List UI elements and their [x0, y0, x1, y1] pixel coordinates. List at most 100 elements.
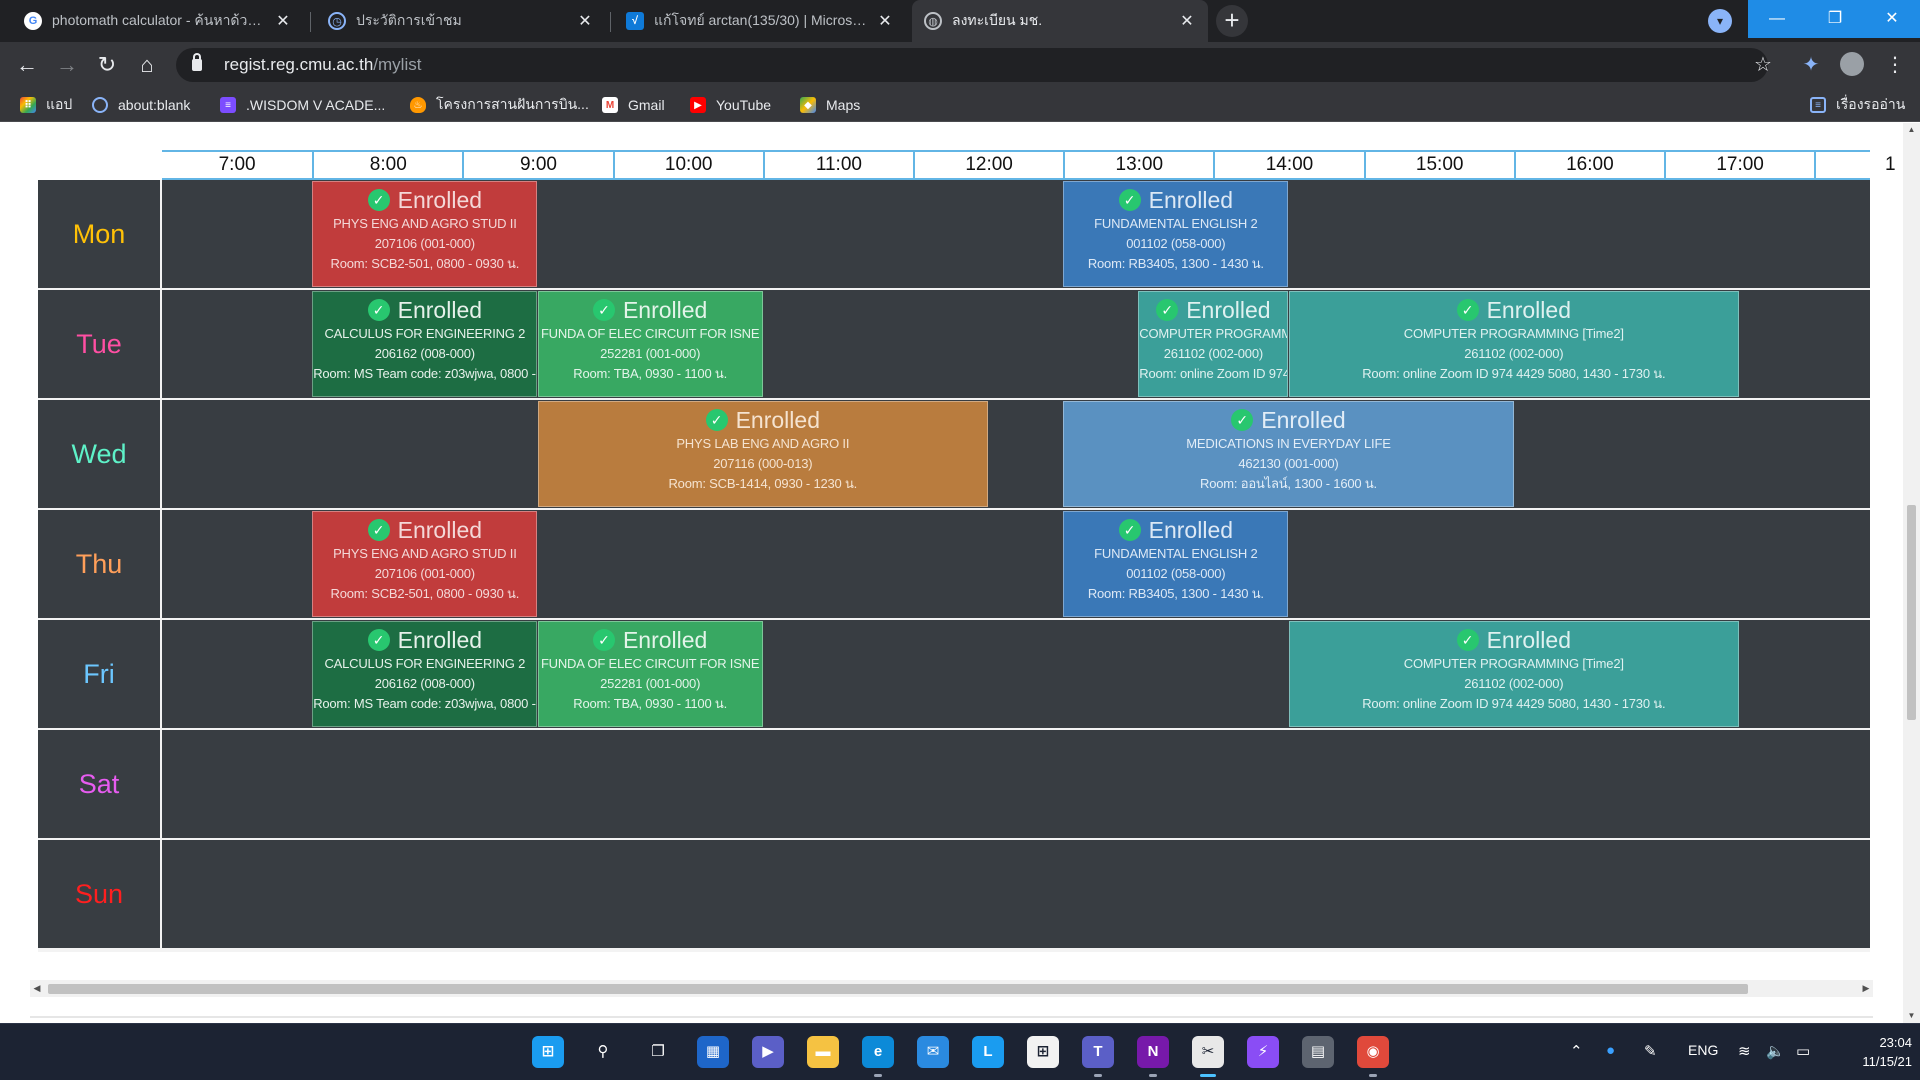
teams-icon[interactable]: T [1082, 1036, 1114, 1068]
scrollbar-thumb[interactable] [1907, 505, 1916, 720]
close-icon[interactable]: ✕ [876, 11, 894, 31]
course-title: COMPUTER PROGRAMMING [1139, 326, 1287, 341]
course-block[interactable]: ✓ Enrolled MEDICATIONS IN EVERYDAY LIFE 462… [1063, 401, 1514, 507]
day-row-thu: Thu ✓ Enrolled PHYS ENG AND AGRO STUD II 207… [38, 510, 1870, 618]
day-label: Tue [38, 290, 160, 398]
start-icon[interactable]: ⊞ [532, 1036, 564, 1068]
extensions-icon[interactable]: ✦ [1798, 52, 1824, 78]
pen-icon[interactable]: ✎ [1644, 1042, 1657, 1060]
file-explorer-icon[interactable]: ▬ [807, 1036, 839, 1068]
close-window-button[interactable]: ✕ [1864, 0, 1920, 38]
scroll-right-icon[interactable]: ▶ [1859, 980, 1873, 997]
bookmark-gmail[interactable]: M Gmail [602, 88, 665, 122]
course-room: Room: SCB2-501, 0800 - 0930 น. [330, 586, 520, 601]
tab-search-icon[interactable]: ▾ [1708, 9, 1732, 33]
battery-icon[interactable]: ▭ [1796, 1042, 1810, 1060]
onenote-icon[interactable]: N [1137, 1036, 1169, 1068]
course-block[interactable]: ✓ Enrolled PHYS ENG AND AGRO STUD II 207106… [312, 181, 538, 287]
day-label: Wed [38, 400, 160, 508]
microphone-icon[interactable]: ● [1606, 1042, 1615, 1059]
course-room: Room: TBA, 0930 - 1100 น. [573, 366, 727, 381]
day-track [162, 730, 1870, 838]
reload-button[interactable]: ↻ [92, 50, 122, 80]
system-clock[interactable]: 23:04 11/15/21 [1842, 1033, 1912, 1071]
snipping-tool-icon[interactable]: ✂ [1192, 1036, 1224, 1068]
page-viewport: 7:00 8:00 9:00 10:00 11:00 12:00 13:00 14:00 15:… [0, 123, 1903, 1023]
scroll-left-icon[interactable]: ◀ [30, 980, 44, 997]
running-indicator [1200, 1074, 1216, 1077]
course-block[interactable]: ✓ Enrolled CALCULUS FOR ENGINEERING 2 20616… [312, 621, 538, 727]
tab-photomath[interactable]: G photomath calculator - ค้นหาด้วย Googl… [12, 0, 304, 42]
enrollment-status: ✓ Enrolled [539, 406, 988, 434]
course-room: Room: RB3405, 1300 - 1430 น. [1087, 256, 1264, 271]
bookmark-apps[interactable]: ⠿ แอป [20, 88, 72, 122]
tab-math-solver[interactable]: √ แก้โจทย์ arctan(135/30) | Microsoft Ma… [614, 0, 906, 42]
address-bar[interactable]: regist.reg.cmu.ac.th /mylist [176, 48, 1768, 82]
bookmark-maps[interactable]: ◆ Maps [800, 88, 860, 122]
scroll-down-icon[interactable]: ▼ [1903, 1009, 1920, 1023]
course-block[interactable]: ✓ Enrolled COMPUTER PROGRAMMING [Time2] 261… [1288, 621, 1740, 727]
search-icon[interactable]: ⚲ [587, 1036, 619, 1068]
course-block[interactable]: ✓ Enrolled PHYS LAB ENG AND AGRO II 207116 … [537, 401, 989, 507]
vertical-scrollbar[interactable]: ▲ ▼ [1903, 123, 1920, 1023]
chrome-icon[interactable]: ◉ [1357, 1036, 1389, 1068]
horizontal-scrollbar[interactable]: ◀ ▶ [30, 980, 1873, 997]
enrollment-status: ✓ Enrolled [1290, 626, 1739, 654]
enrollment-status: ✓ Enrolled [539, 626, 762, 654]
course-block[interactable]: ✓ Enrolled COMPUTER PROGRAMMING 261102 (002… [1138, 291, 1289, 397]
hour-label: 9:00 [462, 152, 612, 178]
forward-button[interactable]: → [52, 50, 82, 80]
restore-button[interactable]: ❐ [1806, 0, 1864, 38]
new-tab-button[interactable]: + [1216, 5, 1248, 37]
lock-icon[interactable] [192, 53, 202, 71]
tab-history[interactable]: ◷ ประวัติการเข้าชม ✕ [316, 0, 606, 42]
bookmark-youtube[interactable]: ▶ YouTube [690, 88, 771, 122]
l-app-icon[interactable]: L [972, 1036, 1004, 1068]
scrollbar-thumb[interactable] [48, 984, 1748, 994]
tab-cmu-registration[interactable]: ◍ ลงทะเบียน มช. ✕ [912, 0, 1208, 42]
show-hidden-icons-icon[interactable]: ⌃ [1570, 1042, 1583, 1060]
bookmark-star-icon[interactable]: ☆ [1750, 52, 1776, 78]
course-block[interactable]: ✓ Enrolled FUNDAMENTAL ENGLISH 2 001102 (05… [1063, 181, 1289, 287]
profile-avatar[interactable] [1840, 52, 1864, 76]
task-view-icon[interactable]: ❐ [642, 1036, 674, 1068]
close-icon[interactable]: ✕ [274, 11, 292, 31]
close-icon[interactable]: ✕ [1178, 11, 1196, 31]
minimize-button[interactable]: — [1748, 0, 1806, 38]
scroll-up-icon[interactable]: ▲ [1903, 123, 1920, 137]
close-icon[interactable]: ✕ [576, 11, 594, 31]
check-circle-icon: ✓ [1231, 409, 1254, 431]
menu-icon[interactable]: ⋮ [1882, 52, 1908, 78]
status-label: Enrolled [735, 406, 820, 433]
check-circle-icon: ✓ [705, 409, 728, 431]
bookmark-about-blank[interactable]: about:blank [92, 88, 190, 122]
course-block[interactable]: ✓ Enrolled FUNDA OF ELEC CIRCUIT FOR ISNE 2… [537, 621, 763, 727]
course-title: PHYS LAB ENG AND AGRO II [676, 436, 850, 451]
course-block[interactable]: ✓ Enrolled FUNDA OF ELEC CIRCUIT FOR ISNE 2… [537, 291, 763, 397]
wifi-icon[interactable]: ≋ [1738, 1042, 1751, 1060]
back-button[interactable]: ← [12, 50, 42, 80]
bookmark-wisdom[interactable]: ≡ .WISDOM V ACADE... [220, 88, 385, 122]
messenger-icon[interactable]: ⚡ [1247, 1036, 1279, 1068]
calculator-icon[interactable]: ▤ [1302, 1036, 1334, 1068]
volume-icon[interactable]: 🔈 [1766, 1042, 1785, 1060]
course-block[interactable]: ✓ Enrolled CALCULUS FOR ENGINEERING 2 20616… [312, 291, 538, 397]
teams-chat-icon[interactable]: ▶ [752, 1036, 784, 1068]
day-track [162, 840, 1870, 948]
course-block[interactable]: ✓ Enrolled PHYS ENG AND AGRO STUD II 207106… [312, 511, 538, 617]
store-icon[interactable]: ⊞ [1027, 1036, 1059, 1068]
bookmark-aviation[interactable]: ♨ โครงการสานฝันการบิน... [410, 88, 589, 122]
status-label: Enrolled [622, 626, 708, 653]
course-title: COMPUTER PROGRAMMING [Time2] [1403, 326, 1624, 341]
course-code: 001102 (058-000) [1126, 236, 1226, 251]
reading-list-button[interactable]: ≡ เรื่องรออ่าน [1810, 88, 1905, 122]
clock-date: 11/15/21 [1862, 1054, 1912, 1069]
course-block[interactable]: ✓ Enrolled FUNDAMENTAL ENGLISH 2 001102 (05… [1063, 511, 1289, 617]
language-indicator[interactable]: ENG [1688, 1042, 1718, 1058]
edge-icon[interactable]: e [862, 1036, 894, 1068]
home-button[interactable]: ⌂ [132, 50, 162, 80]
mail-icon[interactable]: ✉ [917, 1036, 949, 1068]
course-block[interactable]: ✓ Enrolled COMPUTER PROGRAMMING [Time2] 261… [1288, 291, 1740, 397]
widgets-icon[interactable]: ▦ [697, 1036, 729, 1068]
course-title: FUNDAMENTAL ENGLISH 2 [1094, 546, 1258, 561]
